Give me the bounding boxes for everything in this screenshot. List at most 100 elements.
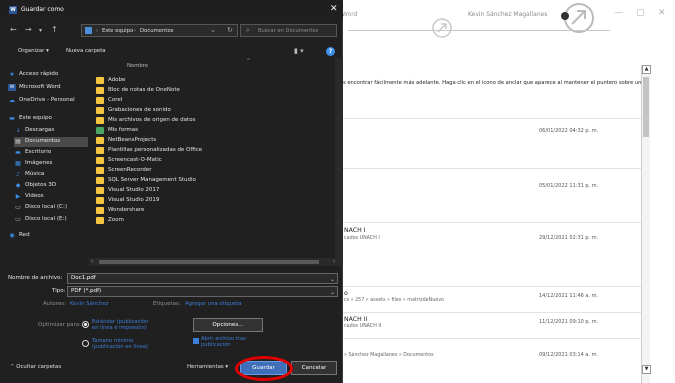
save-button[interactable]: Guardar (240, 361, 287, 375)
recent-document-date: 05/01/2022 11:31 p. m. (539, 183, 599, 189)
tools-menu-button[interactable]: Herramientas ▾ (187, 364, 228, 370)
recent-document-row[interactable]: 06/01/2022 04:32 p. m. (343, 118, 643, 158)
maximize-icon[interactable]: ▢ (636, 8, 645, 18)
nav-item-este-equipo[interactable]: ▬ Este equipo (8, 114, 88, 124)
folder-icon (96, 207, 104, 214)
scroll-left-icon[interactable]: ‹ (91, 258, 93, 265)
refresh-icon[interactable]: ↻ (227, 26, 233, 34)
folder-icon (96, 187, 104, 194)
scroll-right-icon[interactable]: › (333, 258, 335, 265)
video-icon: ▶ (15, 193, 21, 200)
options-button[interactable]: Opciones... (193, 318, 263, 332)
recent-document-row[interactable]: 05/01/2022 11:31 p. m. (343, 168, 643, 208)
nav-item-musica[interactable]: ♪ Música (14, 170, 88, 180)
list-item[interactable]: Bloc de notas de OneNote (96, 86, 296, 96)
nav-item-documentos[interactable]: ▤ Documentos (14, 137, 88, 147)
radio-standard-label[interactable]: Estándar (publicación en línea e impresi… (92, 319, 152, 331)
column-header-name[interactable]: Nombre (127, 63, 148, 69)
organize-menu-button[interactable]: Organizar ▾ (18, 48, 49, 54)
list-item[interactable]: Mis formas (96, 126, 296, 136)
search-placeholder: Buscar en Documentos (258, 28, 319, 34)
scroll-down-icon[interactable]: ▼ (642, 365, 651, 374)
cancel-button[interactable]: Cancelar (291, 361, 337, 375)
search-icon: ⌕ (246, 26, 250, 34)
nav-item-red[interactable]: ◉ Red (8, 231, 88, 241)
close-icon[interactable]: ✕ (330, 4, 338, 14)
chevron-down-icon[interactable]: ⌄ (330, 275, 335, 284)
list-item[interactable]: Corel (96, 96, 296, 106)
nav-item-objetos-3d[interactable]: ◆ Objetos 3D (14, 181, 88, 191)
download-icon: ↓ (15, 127, 21, 134)
nav-item-escritorio[interactable]: ▬ Escritorio (14, 148, 88, 158)
list-item[interactable]: Wondershare (96, 206, 296, 216)
list-item[interactable]: SQL Server Management Studio (96, 176, 296, 186)
list-item[interactable]: Zoom (96, 216, 296, 226)
list-item[interactable]: Visual Studio 2019 (96, 196, 296, 206)
close-window-icon[interactable]: ✕ (658, 8, 666, 18)
open-after-label[interactable]: Abrir archivo tras publicación (201, 336, 261, 348)
forward-arrow-icon[interactable]: → (25, 25, 32, 34)
recent-document-row[interactable]: NACH II cados UNACH II 11/12/2021 09:10 … (343, 312, 643, 338)
tags-value[interactable]: Agregar una etiqueta (185, 301, 242, 307)
address-dropdown-icon[interactable]: ⌄ (210, 26, 216, 34)
drive-icon: ▭ (15, 204, 21, 211)
file-type-select[interactable]: PDF (*.pdf) ⌄ (67, 286, 338, 297)
list-item[interactable]: Visual Studio 2017 (96, 186, 296, 196)
recent-document-row[interactable]: NACH I cados UNACH I 29/12/2021 02:31 p.… (343, 222, 643, 258)
word-window-title: Word (342, 11, 358, 18)
nav-item-descargas[interactable]: ↓ Descargas (14, 126, 88, 136)
list-item[interactable]: Plantillas personalizadas de Office (96, 146, 296, 156)
hide-folders-button[interactable]: ⌃ Ocultar carpetas (10, 364, 61, 370)
open-after-checkbox[interactable] (193, 338, 199, 344)
nav-item-disco-e[interactable]: ▭ Disco local (E:) (14, 215, 88, 225)
radio-minimum-label[interactable]: Tamaño mínimo (publicación en línea) (92, 338, 152, 350)
up-arrow-icon[interactable]: ↑ (51, 25, 58, 34)
word-vertical-scrollbar[interactable]: ▲ ▼ (641, 65, 651, 383)
back-arrow-icon[interactable]: ← (10, 25, 17, 34)
list-item[interactable]: Adobe (96, 76, 296, 86)
recent-document-row[interactable]: » Sánchez Magallanes » Documentos 09/12/… (343, 338, 643, 364)
folder-icon (96, 157, 104, 164)
nav-item-videos[interactable]: ▶ Videos (14, 192, 88, 202)
file-list-horizontal-scrollbar[interactable]: ‹ › (89, 258, 343, 266)
recent-document-date: 14/12/2021 11:46 a. m. (539, 293, 599, 299)
recent-locations-chevron-icon[interactable]: ▾ (39, 27, 42, 34)
file-list-vertical-scrollbar[interactable] (335, 58, 343, 258)
nav-item-acceso-rapido[interactable]: ★ Acceso rápido (8, 70, 88, 80)
radio-minimum[interactable] (82, 340, 89, 347)
minimize-icon[interactable]: — (614, 8, 623, 18)
address-bar[interactable]: › Este equipo › Documentos ⌄ ↻ (81, 24, 238, 37)
folder-icon (85, 27, 92, 34)
breadcrumb-este-equipo[interactable]: Este equipo (102, 28, 133, 34)
list-item[interactable]: ScreenRecorder (96, 166, 296, 176)
breadcrumb-documentos[interactable]: Documentos (140, 28, 173, 34)
dialog-title: Guardar como (21, 6, 64, 13)
nav-item-onedrive[interactable]: ☁ OneDrive - Personal (8, 96, 88, 106)
nav-item-microsoft-word[interactable]: W Microsoft Word (8, 83, 88, 93)
list-item[interactable]: Screencast-O-Matic (96, 156, 296, 166)
chevron-down-icon[interactable]: ⌄ (330, 288, 335, 297)
recent-document-date: 09/12/2021 03:14 a. m. (539, 352, 599, 358)
folder-icon (96, 117, 104, 124)
authors-value[interactable]: Kevin Sánchez (70, 301, 108, 307)
star-icon: ★ (9, 71, 15, 78)
list-item[interactable]: Mis archivos de origen de datos (96, 116, 296, 126)
list-item[interactable]: Grabaciones de sonido (96, 106, 296, 116)
recent-document-date: 06/01/2022 04:32 p. m. (539, 128, 599, 134)
new-folder-button[interactable]: Nueva carpeta (66, 48, 106, 54)
recent-document-row[interactable]: o cs » 257 » assets » files » matrizdeNu… (343, 286, 643, 312)
save-as-dialog: W Guardar como ✕ ← → ▾ ↑ › Este equipo ›… (0, 0, 343, 383)
help-icon[interactable]: ? (326, 47, 335, 56)
sort-chevron-up-icon: ^ (246, 58, 252, 65)
scroll-thumb[interactable] (643, 77, 649, 137)
dialog-titlebar: W Guardar como ✕ (0, 0, 343, 20)
filename-input[interactable]: Doc1.pdf ⌄ (67, 273, 338, 284)
scroll-up-icon[interactable]: ▲ (642, 65, 651, 74)
view-options-icon[interactable]: ▮ ▾ (294, 47, 304, 55)
nav-item-disco-c[interactable]: ▭ Disco local (C:) (14, 203, 88, 213)
nav-item-imagenes[interactable]: ▦ Imágenes (14, 159, 88, 169)
search-box[interactable]: ⌕ Buscar en Documentos (240, 24, 337, 37)
list-item[interactable]: NetBeansProjects (96, 136, 296, 146)
scroll-thumb[interactable] (99, 260, 319, 264)
radio-standard[interactable] (82, 321, 89, 328)
